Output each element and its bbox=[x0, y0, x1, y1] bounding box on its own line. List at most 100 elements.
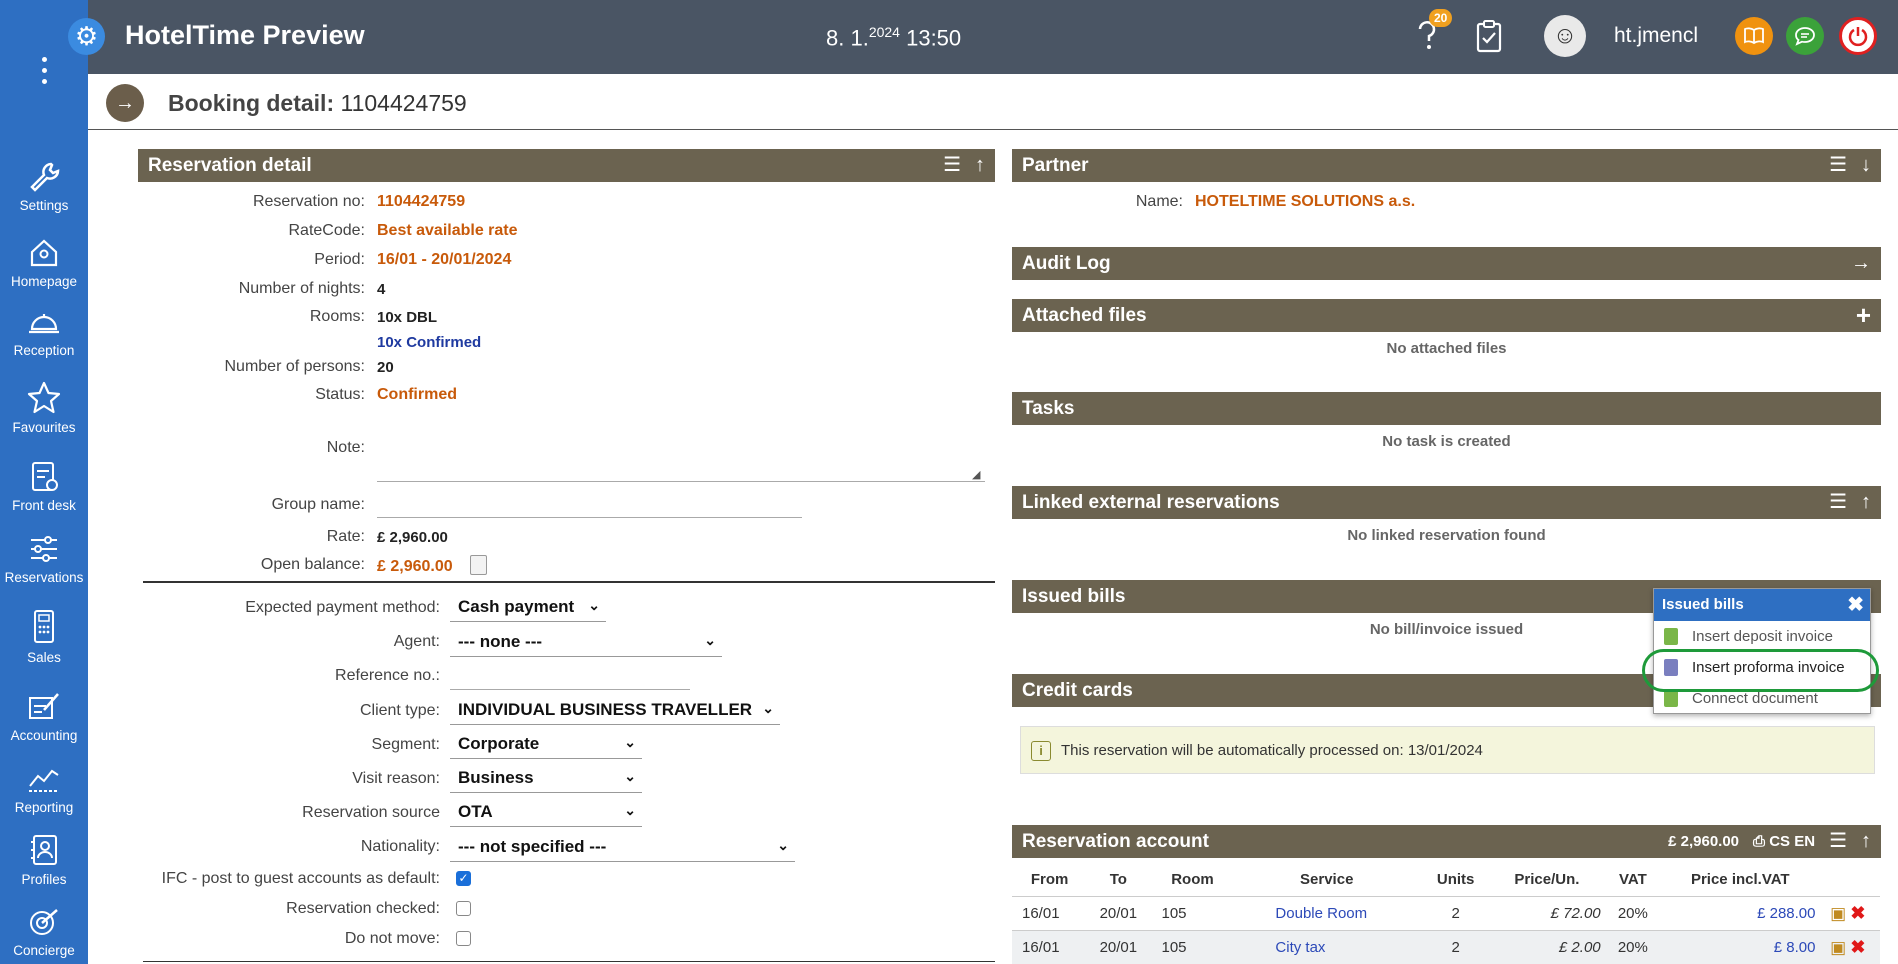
column-header[interactable]: Price incl.VAT bbox=[1665, 864, 1815, 896]
table-row[interactable]: 16/01 20/01 105 Double Room 2 £ 72.00 20… bbox=[1012, 895, 1880, 930]
insert-deposit-invoice-item[interactable]: Insert deposit invoice bbox=[1654, 621, 1870, 652]
manual-book-icon[interactable] bbox=[1735, 17, 1773, 55]
tasks-clipboard-icon[interactable] bbox=[1474, 18, 1504, 61]
chat-icon[interactable] bbox=[1786, 17, 1824, 55]
ifc-label: IFC - post to guest accounts as default: bbox=[161, 870, 440, 887]
hamburger-menu-icon[interactable]: ☰ bbox=[1829, 486, 1847, 519]
highlight-ring bbox=[1642, 649, 1879, 692]
cell-service-link[interactable]: City tax bbox=[1235, 929, 1419, 964]
gear-logo-icon[interactable]: ⚙ bbox=[68, 18, 105, 55]
edit-icon[interactable]: ▣ bbox=[1830, 938, 1846, 957]
sidebar-item-front-desk[interactable]: Front desk bbox=[0, 458, 88, 513]
column-header[interactable]: Room bbox=[1149, 864, 1235, 896]
sidebar-item-label: Reception bbox=[13, 343, 75, 358]
column-header[interactable]: Units bbox=[1418, 864, 1493, 896]
empty-tasks-text: No task is created bbox=[1382, 433, 1511, 450]
cell-price: £ 2.00 bbox=[1493, 929, 1601, 964]
reservation-source-select[interactable]: OTA ⌄ bbox=[450, 802, 642, 827]
delete-icon[interactable]: ✖ bbox=[1850, 937, 1865, 957]
linked-reservations-header: Linked external reservations ☰ ↑ bbox=[1012, 486, 1881, 519]
ratecode-label: RateCode: bbox=[288, 222, 366, 239]
note-textarea[interactable] bbox=[377, 430, 985, 482]
do-not-move-checkbox[interactable] bbox=[456, 931, 471, 946]
close-icon[interactable]: ✖ bbox=[1847, 589, 1864, 621]
group-name-input[interactable] bbox=[377, 492, 802, 518]
client-type-select[interactable]: INDIVIDUAL BUSINESS TRAVELLER ⌄ bbox=[450, 700, 780, 725]
sidebar-item-reporting[interactable]: Reporting bbox=[0, 764, 88, 815]
sidebar-item-label: Reporting bbox=[14, 800, 74, 815]
info-icon: i bbox=[1031, 741, 1051, 761]
chart-icon bbox=[29, 769, 59, 792]
avatar[interactable]: ☺ bbox=[1544, 15, 1586, 57]
cell-to: 20/01 bbox=[1087, 929, 1150, 964]
concierge-icon bbox=[30, 909, 58, 935]
segment-label: Segment: bbox=[371, 736, 440, 753]
arrow-down-icon[interactable]: ↓ bbox=[1861, 149, 1871, 182]
reservation-account-header: Reservation account £ 2,960.00 ⎙ CS EN ☰… bbox=[1012, 825, 1881, 858]
reference-input[interactable] bbox=[450, 664, 690, 690]
reference-label: Reference no.: bbox=[335, 667, 440, 684]
reservation-checked-checkbox[interactable] bbox=[456, 901, 471, 916]
sidebar-item-reservations[interactable]: Reservations bbox=[0, 532, 88, 585]
sidebar: Settings Homepage Reception Favourites F… bbox=[0, 0, 88, 964]
sidebar-item-accounting[interactable]: Accounting bbox=[0, 688, 88, 743]
ifc-checkbox[interactable]: ✓ bbox=[456, 871, 471, 886]
account-lang[interactable]: ⎙ CS EN bbox=[1753, 825, 1815, 858]
sidebar-item-sales[interactable]: Sales bbox=[0, 608, 88, 665]
visit-reason-select[interactable]: Business ⌄ bbox=[450, 768, 642, 793]
document-search-icon[interactable] bbox=[470, 555, 487, 575]
sidebar-item-reception[interactable]: Reception bbox=[0, 305, 88, 358]
visit-reason-label: Visit reason: bbox=[352, 770, 440, 787]
hamburger-menu-icon[interactable]: ☰ bbox=[1829, 149, 1847, 182]
payment-method-select[interactable]: Cash payment ⌄ bbox=[450, 597, 606, 622]
partner-name-value[interactable]: HOTELTIME SOLUTIONS a.s. bbox=[1195, 193, 1415, 211]
nationality-select[interactable]: --- not specified --- ⌄ bbox=[450, 837, 795, 862]
sidebar-item-label: Sales bbox=[27, 650, 61, 665]
delete-icon[interactable]: ✖ bbox=[1850, 903, 1865, 923]
table-row[interactable]: 16/01 20/01 105 City tax 2 £ 2.00 20% £ … bbox=[1012, 929, 1880, 964]
sidebar-item-favourites[interactable]: Favourites bbox=[0, 380, 88, 435]
status-value: Confirmed bbox=[377, 386, 457, 403]
hamburger-menu-icon[interactable]: ☰ bbox=[943, 149, 961, 182]
sidebar-item-label: Accounting bbox=[10, 728, 78, 743]
attached-files-header: Attached files + bbox=[1012, 299, 1881, 332]
cell-from: 16/01 bbox=[1012, 895, 1088, 930]
rooms-status-link[interactable]: 10x Confirmed bbox=[377, 334, 481, 351]
arrow-right-icon[interactable]: → bbox=[1851, 247, 1871, 280]
audit-log-header[interactable]: Audit Log → bbox=[1012, 247, 1881, 280]
column-header[interactable]: Service bbox=[1235, 864, 1418, 896]
ratecode-value[interactable]: Best available rate bbox=[377, 222, 518, 240]
menu-kebab-icon[interactable] bbox=[42, 57, 47, 84]
cell-service-link[interactable]: Double Room bbox=[1235, 895, 1419, 930]
segment-select[interactable]: Corporate ⌄ bbox=[450, 734, 642, 759]
popup-header: Issued bills ✖ bbox=[1654, 589, 1870, 621]
resize-handle-icon[interactable]: ◢ bbox=[972, 468, 980, 481]
logout-power-icon[interactable] bbox=[1839, 17, 1877, 55]
sidebar-item-homepage[interactable]: Homepage bbox=[0, 236, 88, 289]
arrow-up-icon[interactable]: ↑ bbox=[1861, 486, 1871, 519]
column-header[interactable]: VAT bbox=[1601, 864, 1665, 896]
username[interactable]: ht.jmencl bbox=[1614, 24, 1698, 48]
cell-from: 16/01 bbox=[1012, 929, 1088, 964]
home-icon bbox=[30, 239, 58, 267]
sidebar-item-settings[interactable]: Settings bbox=[0, 160, 88, 213]
document-icon bbox=[1664, 628, 1678, 645]
plus-icon[interactable]: + bbox=[1856, 299, 1871, 332]
sidebar-item-profiles[interactable]: Profiles bbox=[0, 832, 88, 887]
sidebar-item-concierge[interactable]: Concierge bbox=[0, 905, 88, 958]
period-value[interactable]: 16/01 - 20/01/2024 bbox=[377, 251, 511, 269]
agent-select[interactable]: --- none --- ⌄ bbox=[450, 632, 722, 657]
arrow-up-icon[interactable]: ↑ bbox=[1861, 825, 1871, 858]
persons-value: 20 bbox=[377, 359, 394, 376]
hamburger-menu-icon[interactable]: ☰ bbox=[1829, 825, 1847, 858]
partner-header: Partner ☰ ↓ bbox=[1012, 149, 1881, 182]
column-header[interactable]: From bbox=[1012, 864, 1087, 896]
balance-value: £ 2,960.00 bbox=[377, 558, 453, 575]
back-arrow-button[interactable]: → bbox=[106, 84, 144, 122]
edit-icon[interactable]: ▣ bbox=[1830, 904, 1846, 923]
column-header[interactable]: Price/Un. bbox=[1493, 864, 1600, 896]
reservation-source-label: Reservation source bbox=[302, 804, 440, 821]
arrow-up-icon[interactable]: ↑ bbox=[975, 149, 985, 182]
column-header[interactable]: To bbox=[1087, 864, 1149, 896]
page-title: Booking detail: 1104424759 bbox=[168, 90, 467, 116]
